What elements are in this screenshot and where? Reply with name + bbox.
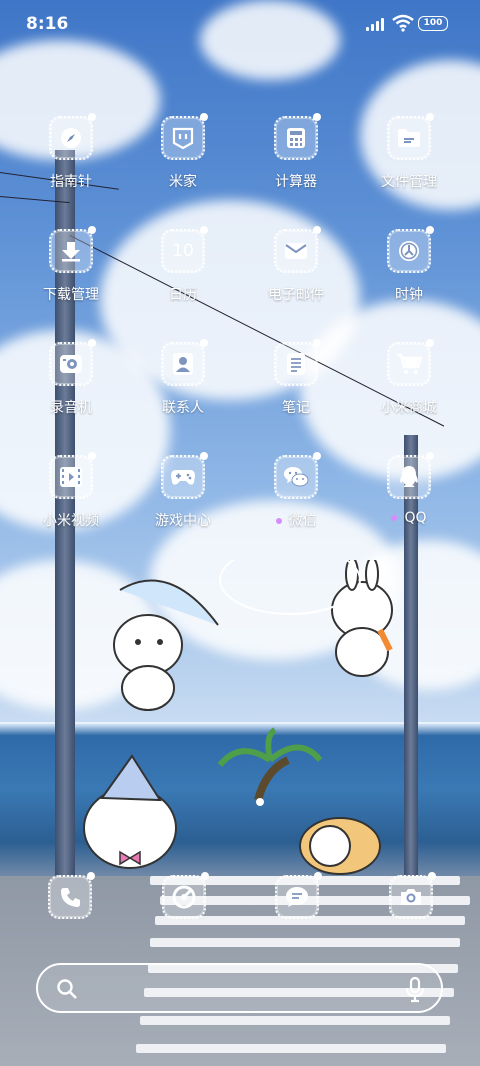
download-icon: [62, 242, 80, 262]
app-label: 小米视频: [43, 513, 99, 529]
contacts-icon: [173, 353, 193, 375]
wifi-icon: [392, 14, 414, 32]
app-file-manager[interactable]: 文件管理: [354, 113, 464, 191]
app-label: QQ: [354, 510, 464, 526]
compass-icon: [61, 128, 81, 148]
dock-browser[interactable]: [162, 872, 209, 919]
battery-level: 100: [423, 18, 443, 28]
wechat-icon: [284, 467, 309, 487]
app-label: 时钟: [395, 287, 423, 303]
folder-icon: [398, 129, 420, 147]
video-icon: [60, 467, 82, 487]
app-compass[interactable]: 指南针: [16, 113, 126, 191]
search-bar[interactable]: [36, 963, 443, 1013]
clock-icon: [399, 241, 419, 261]
calculator-icon: [287, 128, 305, 148]
app-label-text: QQ: [404, 510, 427, 526]
app-label: 录音机: [50, 400, 92, 416]
app-notes[interactable]: 笔记: [241, 339, 351, 417]
app-contacts[interactable]: 联系人: [128, 339, 238, 417]
app-qq[interactable]: QQ: [354, 452, 464, 526]
app-label: 笔记: [282, 400, 310, 416]
app-label: 下载管理: [43, 287, 99, 303]
dock-messages[interactable]: [275, 872, 322, 919]
app-calculator[interactable]: 计算器: [241, 113, 351, 191]
recorder-icon: [60, 355, 82, 373]
calendar-icon: 10: [172, 241, 194, 261]
app-mijia[interactable]: 米家: [128, 113, 238, 191]
app-wechat[interactable]: 微信: [241, 452, 351, 530]
page-indicator: [256, 798, 264, 806]
app-label: 游戏中心: [155, 513, 211, 529]
microphone-icon[interactable]: [405, 977, 425, 1003]
sticker-doodles: [83, 560, 393, 875]
search-input[interactable]: [90, 975, 384, 1003]
app-label: 联系人: [162, 400, 204, 416]
notification-dot: [275, 518, 282, 524]
status-bar: 8:16 100: [0, 0, 480, 50]
app-download-manager[interactable]: 下载管理: [16, 226, 126, 304]
app-label: 电子邮件: [268, 287, 324, 303]
app-label-text: 微信: [288, 513, 317, 529]
gamepad-icon: [171, 470, 195, 485]
mijia-icon: [172, 127, 194, 150]
qq-icon: [400, 466, 418, 487]
app-calendar[interactable]: 10 日历: [128, 226, 238, 304]
app-game-center[interactable]: 游戏中心: [128, 452, 238, 530]
status-time: 8:16: [26, 14, 69, 34]
app-email[interactable]: 电子邮件: [241, 226, 351, 304]
browser-icon: [172, 885, 196, 909]
signal-icon: [366, 17, 388, 31]
app-recorder[interactable]: 录音机: [16, 339, 126, 417]
notes-icon: [287, 353, 305, 375]
app-label: 米家: [169, 174, 197, 190]
mail-icon: [285, 243, 307, 259]
app-label: 计算器: [275, 174, 317, 190]
phone-icon: [61, 888, 80, 907]
app-mi-video[interactable]: 小米视频: [16, 452, 126, 530]
camera-icon: [401, 889, 421, 905]
app-clock[interactable]: 时钟: [354, 226, 464, 304]
message-icon: [286, 887, 308, 907]
search-icon: [57, 979, 77, 999]
app-label: 指南针: [50, 174, 92, 190]
battery-icon: 100: [418, 16, 448, 31]
dock-phone[interactable]: [48, 872, 95, 919]
app-label: 小米商城: [381, 400, 437, 416]
dock-camera[interactable]: [389, 872, 436, 919]
notification-dot: [391, 515, 398, 521]
shop-cart-icon: [397, 353, 422, 374]
app-label: 微信: [241, 510, 351, 530]
app-label: 日历: [169, 287, 197, 303]
app-mi-store[interactable]: 小米商城: [354, 339, 464, 417]
app-label: 文件管理: [381, 174, 437, 190]
